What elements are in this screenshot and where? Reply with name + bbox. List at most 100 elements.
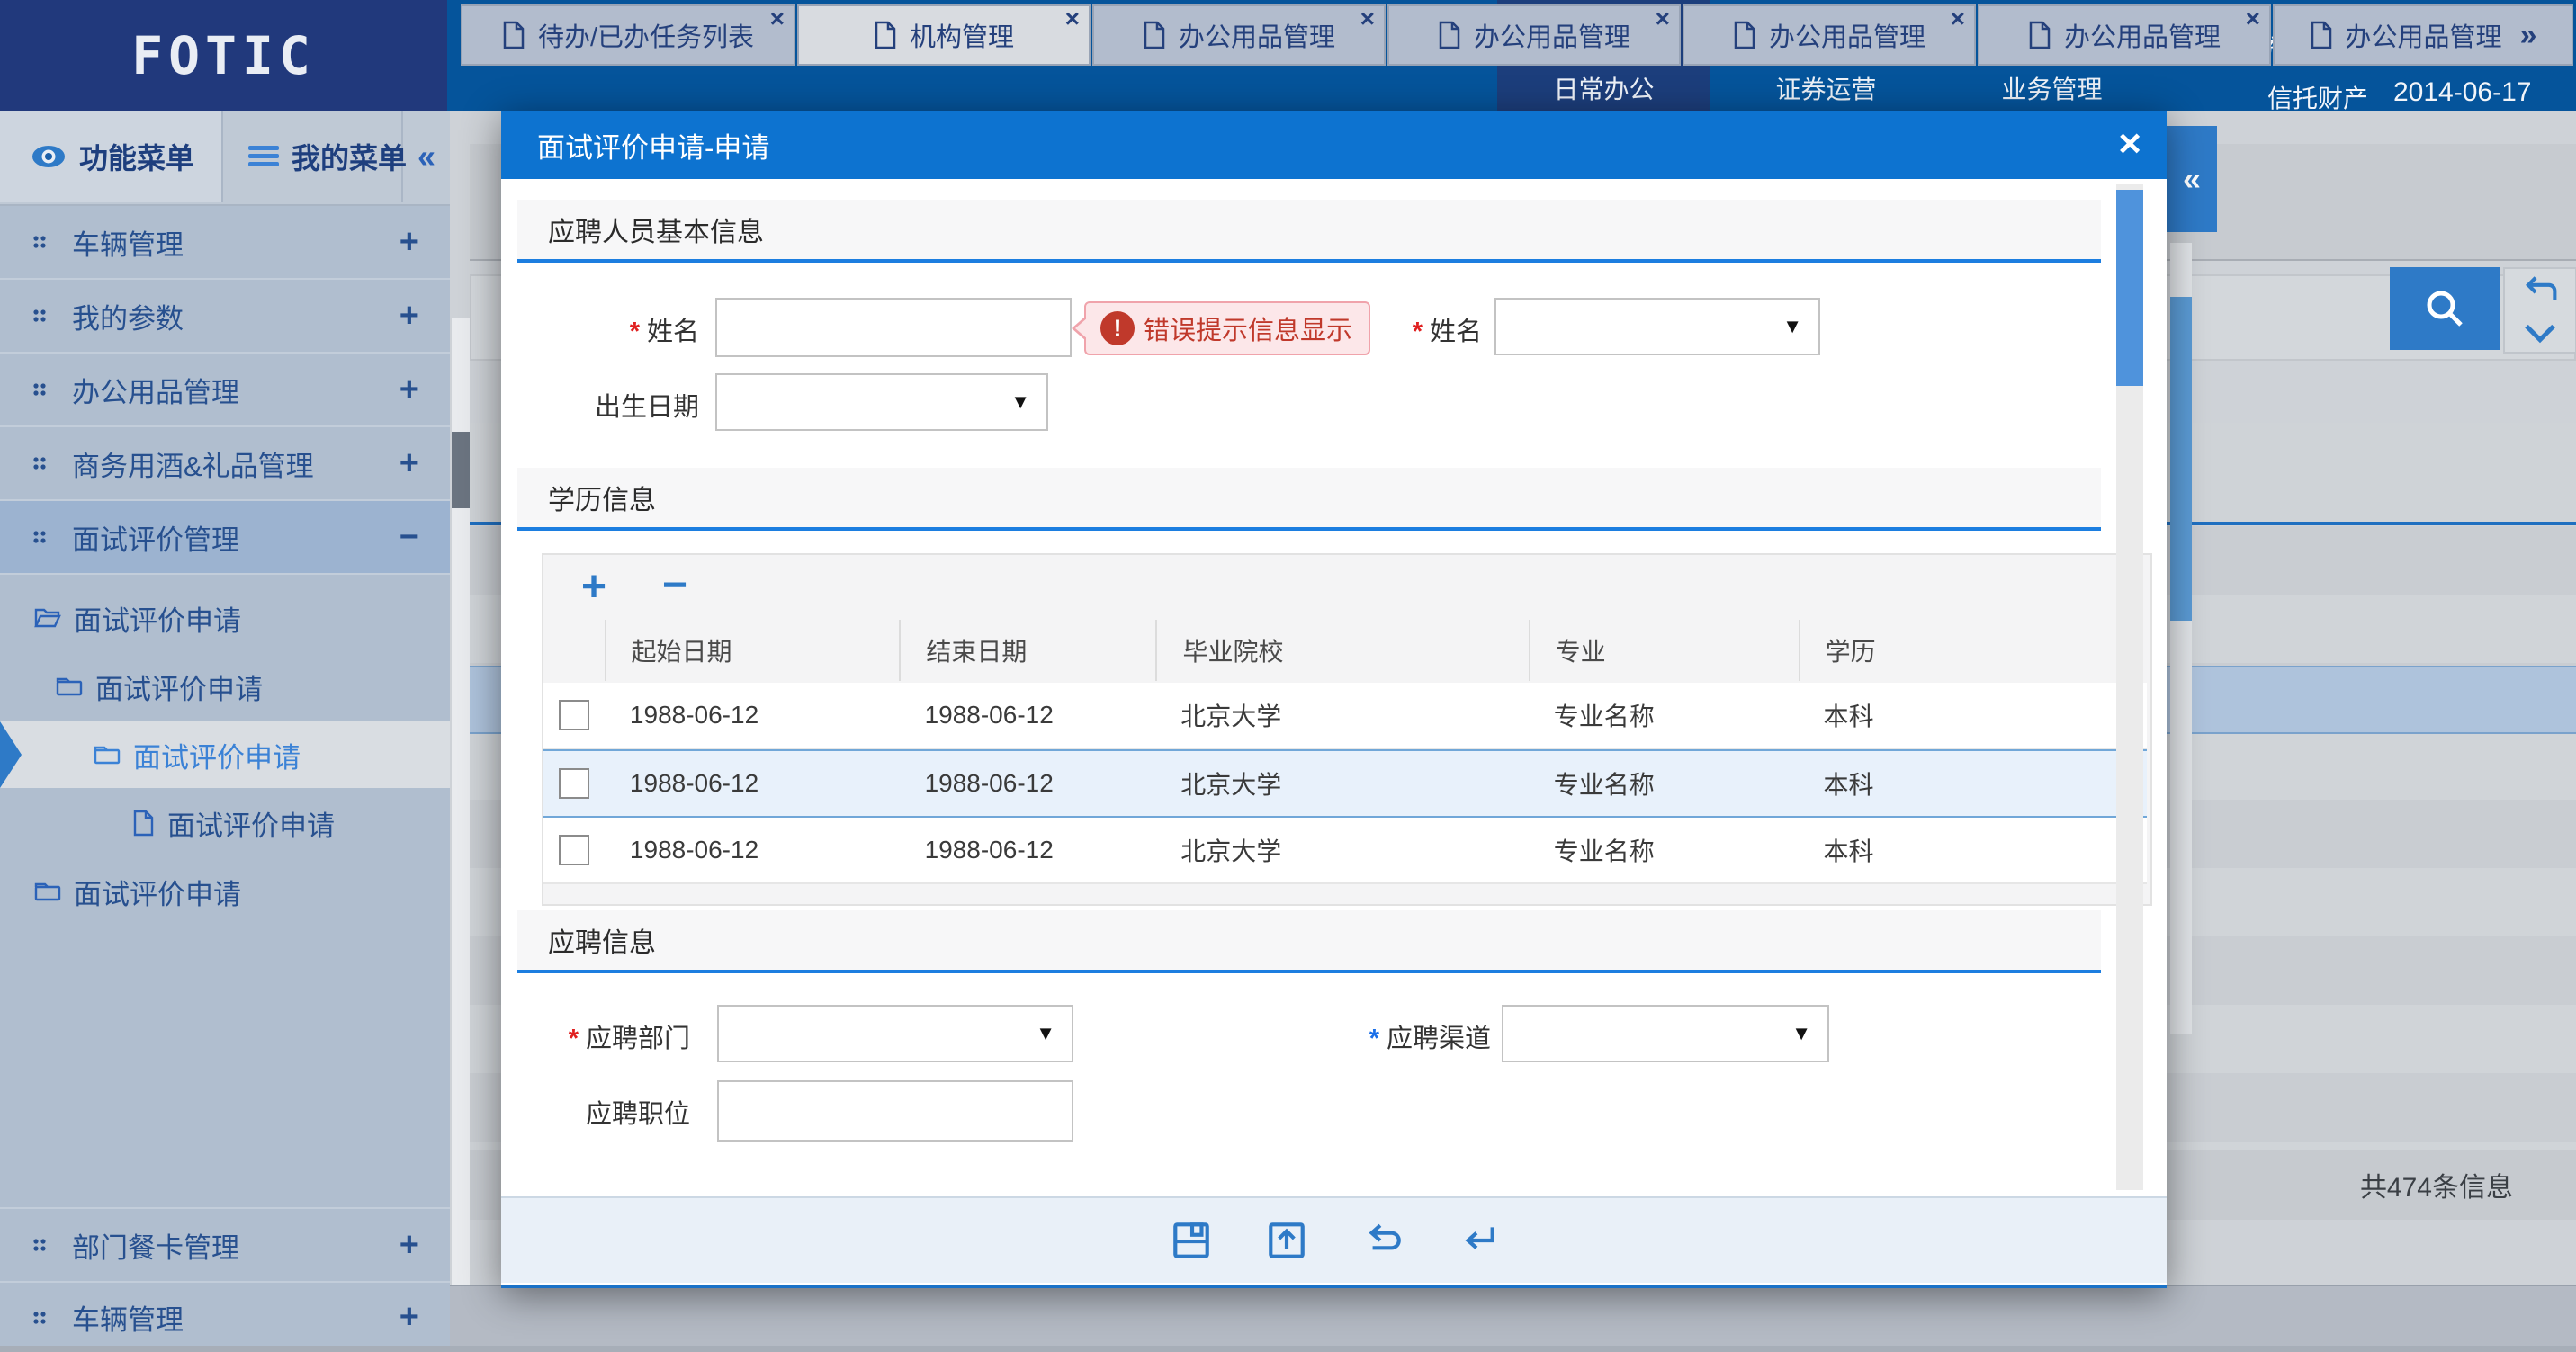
birth-date-label: 出生日期	[555, 386, 699, 424]
close-icon[interactable]: ×	[1065, 6, 1080, 31]
dots-icon	[32, 305, 47, 327]
dots-icon	[32, 1234, 47, 1256]
apply-channel-select[interactable]: ▼	[1502, 1005, 1829, 1062]
tab-label: 办公用品管理	[1474, 16, 1630, 54]
sidebar-item-my-params[interactable]: 我的参数 +	[0, 280, 450, 354]
sidebar-item-vehicle[interactable]: 车辆管理 +	[0, 206, 450, 280]
name2-select[interactable]: ▼	[1494, 298, 1820, 355]
close-icon[interactable]: ×	[2246, 6, 2260, 31]
menu-label: 车辆管理	[72, 222, 184, 263]
tree-item-interview-apply-1[interactable]: 面试评价申请	[0, 585, 450, 651]
dialog-footer	[501, 1196, 2167, 1283]
checkbox[interactable]	[559, 700, 589, 730]
dialog-title-bar[interactable]: 面试评价申请-申请 ×	[501, 111, 2167, 179]
return-button[interactable]	[1455, 1218, 1500, 1263]
tree-item-interview-apply-3[interactable]: 面试评价申请	[0, 721, 450, 788]
close-icon[interactable]: ×	[1656, 6, 1670, 31]
close-icon[interactable]: ×	[770, 6, 785, 31]
expand-icon[interactable]: +	[399, 223, 419, 262]
document-icon	[2028, 21, 2051, 49]
document-icon	[874, 21, 897, 49]
error-icon: !	[1100, 311, 1135, 345]
folder-icon	[56, 675, 83, 698]
menu-label: 办公用品管理	[72, 370, 239, 410]
checkbox[interactable]	[559, 768, 589, 799]
close-icon[interactable]: ×	[2118, 123, 2141, 165]
save-button[interactable]	[1169, 1218, 1214, 1263]
submit-button[interactable]	[1264, 1218, 1309, 1263]
name1-input[interactable]	[715, 298, 1072, 357]
error-tooltip: ! 错误提示信息显示	[1084, 301, 1370, 355]
background-scrollbar-thumb[interactable]	[2170, 297, 2192, 621]
tab-overflow-icon[interactable]: »	[2520, 18, 2537, 53]
sidebar-item-office-supplies[interactable]: 办公用品管理 +	[0, 354, 450, 427]
apply-dept-select[interactable]: ▼	[717, 1005, 1073, 1062]
checkbox[interactable]	[559, 835, 589, 865]
tree-item-interview-apply-2[interactable]: 面试评价申请	[0, 653, 450, 720]
education-table: + − 起始日期 结束日期 毕业院校 专业 学历 1988-06-12 1988…	[542, 553, 2152, 906]
table-row[interactable]: 1988-06-12 1988-06-12 北京大学 专业名称 本科	[543, 818, 2147, 884]
tab-function-menu[interactable]: 功能菜单	[0, 111, 223, 202]
chevron-down-icon[interactable]	[2522, 323, 2558, 345]
table-row[interactable]: 1988-06-12 1988-06-12 北京大学 专业名称 本科	[543, 683, 2147, 749]
bottom-tab-office-supplies-2[interactable]: 办公用品管理 ×	[1387, 4, 1681, 66]
topnav-label: 日常办公	[1553, 70, 1654, 106]
tab-label: 机构管理	[910, 16, 1014, 54]
sidebar-collapse-button[interactable]: «	[403, 111, 450, 202]
birth-date-select[interactable]: ▼	[715, 373, 1048, 431]
sidebar-item-meal-card[interactable]: 部门餐卡管理 +	[0, 1207, 450, 1283]
bottom-tab-office-supplies-3[interactable]: 办公用品管理 ×	[1683, 4, 1976, 66]
expand-icon[interactable]: +	[399, 1226, 419, 1265]
cell-degree: 本科	[1798, 832, 2147, 868]
bottom-tab-office-supplies-1[interactable]: 办公用品管理 ×	[1092, 4, 1386, 66]
tree-item-interview-apply-5[interactable]: 面试评价申请	[0, 858, 450, 925]
hamburger-icon	[248, 145, 279, 168]
close-icon[interactable]: ×	[1360, 6, 1375, 31]
bottom-tab-org-mgmt[interactable]: 机构管理 ×	[797, 4, 1091, 66]
tab-my-menu[interactable]: 我的菜单	[223, 111, 403, 202]
dropdown-caret-icon: ▼	[1782, 315, 1802, 338]
dropdown-caret-icon: ▼	[1791, 1022, 1811, 1045]
department-text: 信托财产	[2267, 79, 2368, 115]
expand-icon[interactable]: +	[399, 371, 419, 409]
background-collapse-button[interactable]: «	[2167, 126, 2217, 232]
menu-label: 我的参数	[72, 296, 184, 336]
reset-icon[interactable]	[2520, 276, 2560, 309]
apply-channel-label: *应聘渠道	[1338, 1017, 1491, 1055]
document-icon	[1438, 21, 1461, 49]
close-icon[interactable]: ×	[1951, 6, 1965, 31]
sidebar-item-wine-gifts[interactable]: 商务用酒&礼品管理 +	[0, 427, 450, 501]
add-row-button[interactable]: +	[581, 566, 606, 609]
section-title: 应聘信息	[548, 920, 656, 960]
apply-position-label: 应聘职位	[544, 1093, 690, 1131]
required-asterisk: *	[630, 318, 640, 346]
bottom-tab-task-list[interactable]: 待办/已办任务列表 ×	[461, 4, 795, 66]
table-row-selected[interactable]: 1988-06-12 1988-06-12 北京大学 专业名称 本科	[543, 749, 2147, 818]
column-header: 专业	[1529, 620, 1799, 681]
collapse-minus-icon[interactable]: −	[399, 518, 419, 557]
tree-label: 面试评价申请	[74, 598, 241, 639]
tree-item-interview-apply-4[interactable]: 面试评价申请	[0, 790, 450, 856]
cell-degree: 本科	[1798, 697, 2147, 733]
search-icon	[2419, 283, 2470, 334]
expand-icon[interactable]: +	[399, 444, 419, 483]
topnav-label: 业务管理	[2001, 70, 2102, 106]
section-apply-info: 应聘信息	[517, 910, 2101, 973]
sidebar-item-interview-eval[interactable]: 面试评价管理 −	[0, 501, 450, 575]
dots-icon	[32, 452, 47, 474]
bottom-tab-office-supplies-5[interactable]: 办公用品管理 »	[2273, 4, 2573, 66]
reset-button[interactable]	[1360, 1218, 1405, 1263]
sidebar-item-vehicle-2[interactable]: 车辆管理 +	[0, 1283, 450, 1352]
search-side-buttons	[2503, 267, 2576, 354]
collapse-chevrons: «	[417, 138, 435, 175]
expand-icon[interactable]: +	[399, 1298, 419, 1337]
apply-position-input[interactable]	[717, 1080, 1073, 1142]
bottom-tab-office-supplies-4[interactable]: 办公用品管理 ×	[1978, 4, 2271, 66]
search-button[interactable]	[2390, 267, 2500, 350]
remove-row-button[interactable]: −	[662, 564, 687, 607]
menu-label: 部门餐卡管理	[72, 1225, 239, 1266]
expand-icon[interactable]: +	[399, 297, 419, 336]
column-header: 起始日期	[605, 620, 900, 681]
sidebar-scrollbar-thumb[interactable]	[452, 432, 470, 508]
dialog-scrollbar-thumb[interactable]	[2116, 190, 2143, 386]
